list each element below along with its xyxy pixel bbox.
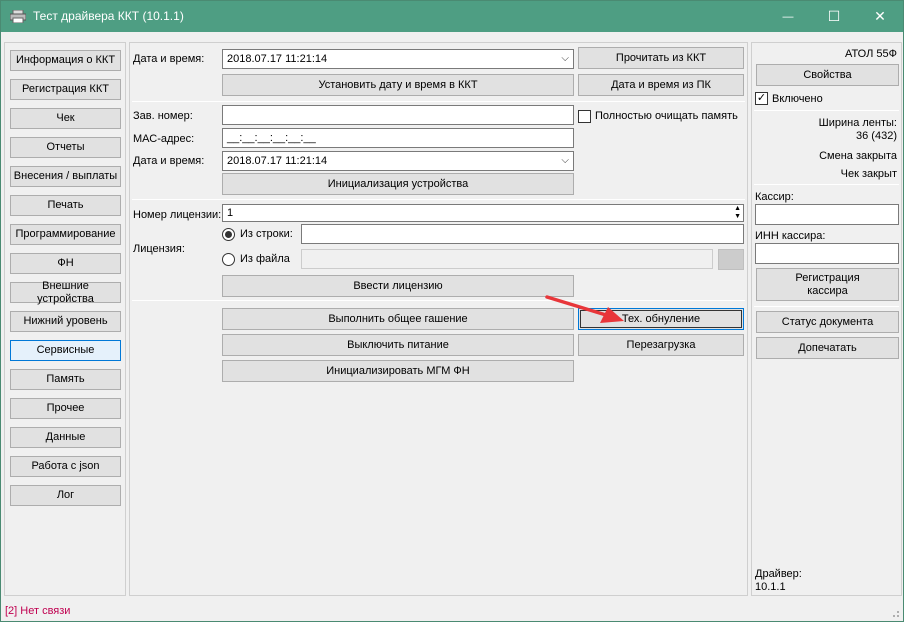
separator [754, 110, 899, 111]
separator [132, 101, 745, 102]
connection-status: [2] Нет связи [5, 605, 71, 617]
separator [754, 184, 899, 185]
sidebar-item-print[interactable]: Печать [10, 195, 121, 216]
reboot-button[interactable]: Перезагрузка [578, 334, 744, 356]
datetime-from-pc-button[interactable]: Дата и время из ПК [578, 74, 744, 96]
spinner-arrows-icon[interactable]: ▲ ▼ [734, 205, 741, 221]
document-status-button[interactable]: Статус документа [756, 311, 899, 333]
title-bar[interactable]: Тест драйвера ККТ (10.1.1) — ☐ ✕ [1, 1, 903, 32]
sidebar-item-service[interactable]: Сервисные [10, 340, 121, 361]
serial-label: Зав. номер: [133, 110, 193, 122]
license-number-spinner[interactable]: 1 ▲ ▼ [222, 204, 744, 222]
sidebar-item-fn[interactable]: ФН [10, 253, 121, 274]
register-cashier-label: Регистрация [795, 271, 860, 284]
maximize-icon: ☐ [827, 8, 841, 24]
enabled-label: Включено [772, 93, 823, 105]
sidebar-item-reports[interactable]: Отчеты [10, 137, 121, 158]
power-off-button[interactable]: Выключить питание [222, 334, 574, 356]
mac-input[interactable]: __:__:__:__:__:__ [222, 128, 574, 148]
sidebar-item-json[interactable]: Работа с json [10, 456, 121, 477]
resize-grip-icon[interactable] [890, 608, 900, 618]
sidebar-item-low-level[interactable]: Нижний уровень [10, 311, 121, 332]
general-cancel-button[interactable]: Выполнить общее гашение [222, 308, 574, 330]
license-file-input[interactable] [301, 249, 713, 269]
printer-icon [10, 10, 26, 23]
from-file-label: Из файла [240, 253, 290, 265]
shift-status: Смена закрыта [819, 150, 897, 162]
sidebar-item-registration[interactable]: Регистрация ККТ [10, 79, 121, 100]
enter-license-button[interactable]: Ввести лицензию [222, 275, 574, 297]
sidebar-item-cash-in-out[interactable]: Внесения / выплаты [10, 166, 121, 187]
init-datetime-picker[interactable]: 2018.07.17 11:21:14 ⌵ [222, 151, 574, 171]
init-datetime-value: 2018.07.17 11:21:14 [227, 155, 328, 167]
enabled-checkbox[interactable]: ✓ [755, 92, 768, 105]
sidebar-item-log[interactable]: Лог [10, 485, 121, 506]
from-string-label: Из строки: [240, 228, 293, 240]
close-button[interactable]: ✕ [857, 1, 903, 32]
maximize-button[interactable]: ☐ [811, 1, 857, 32]
red-arrow-annotation [545, 295, 624, 323]
separator [132, 199, 745, 200]
properties-button[interactable]: Свойства [756, 64, 899, 86]
sidebar-item-receipt[interactable]: Чек [10, 108, 121, 129]
datetime-value: 2018.07.17 11:21:14 [227, 53, 328, 65]
license-string-input[interactable] [301, 224, 744, 244]
mac-label: МАС-адрес: [133, 133, 195, 145]
browse-file-button[interactable] [718, 249, 744, 270]
sidebar-item-data[interactable]: Данные [10, 427, 121, 448]
clear-memory-label: Полностью очищать память [595, 110, 738, 122]
license-number-value: 1 [227, 207, 234, 219]
chevron-down-icon: ⌵ [561, 155, 569, 166]
separator [754, 306, 899, 307]
register-cashier-label: кассира [807, 284, 848, 297]
sidebar-item-external-devices[interactable]: Внешние устройства [10, 280, 121, 305]
reprint-button[interactable]: Допечатать [756, 337, 899, 359]
cashier-inn-input[interactable] [755, 243, 899, 264]
right-panel: АТОЛ 55Ф Свойства ✓ Включено Ширина лент… [751, 42, 902, 596]
sidebar-item-info[interactable]: Информация о ККТ [10, 50, 121, 71]
init-device-button[interactable]: Инициализация устройства [222, 173, 574, 195]
clear-memory-checkbox[interactable] [578, 110, 591, 123]
chevron-down-icon: ⌵ [561, 53, 569, 64]
check-icon: ✓ [756, 92, 767, 104]
init-datetime-label: Дата и время: [133, 155, 205, 167]
tape-width-label: Ширина ленты: [818, 117, 897, 129]
sidebar-item-programming[interactable]: Программирование [10, 224, 121, 245]
set-datetime-button[interactable]: Установить дату и время в ККТ [222, 74, 574, 96]
cashier-input[interactable] [755, 204, 899, 225]
device-model: АТОЛ 55Ф [844, 48, 897, 60]
close-icon: ✕ [874, 8, 886, 24]
datetime-picker[interactable]: 2018.07.17 11:21:14 ⌵ [222, 49, 574, 69]
serial-input[interactable] [222, 105, 574, 125]
from-file-radio[interactable] [222, 253, 235, 266]
license-number-label: Номер лицензии: [133, 209, 222, 221]
register-cashier-button[interactable]: Регистрация кассира [756, 268, 899, 301]
separator [132, 300, 745, 301]
driver-version: 10.1.1 [755, 581, 786, 593]
license-label: Лицензия: [133, 243, 185, 255]
cashier-label: Кассир: [755, 191, 794, 203]
driver-label: Драйвер: [755, 568, 802, 580]
tape-width-value: 36 (432) [856, 130, 897, 142]
sidebar-item-memory[interactable]: Память [10, 369, 121, 390]
minimize-icon: — [782, 10, 794, 23]
receipt-status: Чек закрыт [840, 168, 897, 180]
minimize-button[interactable]: — [765, 1, 811, 32]
datetime-label: Дата и время: [133, 53, 205, 65]
app-window: Тест драйвера ККТ (10.1.1) — ☐ ✕ Информа… [0, 0, 904, 622]
sidebar: Информация о ККТ Регистрация ККТ Чек Отч… [4, 42, 126, 596]
window-title: Тест драйвера ККТ (10.1.1) [33, 9, 184, 23]
read-from-kkt-button[interactable]: Прочитать из ККТ [578, 47, 744, 69]
sidebar-item-other[interactable]: Прочее [10, 398, 121, 419]
main-panel: Дата и время: 2018.07.17 11:21:14 ⌵ Проч… [129, 42, 748, 596]
init-mgm-fn-button[interactable]: Инициализировать МГМ ФН [222, 360, 574, 382]
cashier-inn-label: ИНН кассира: [755, 230, 826, 242]
from-string-radio[interactable] [222, 228, 235, 241]
